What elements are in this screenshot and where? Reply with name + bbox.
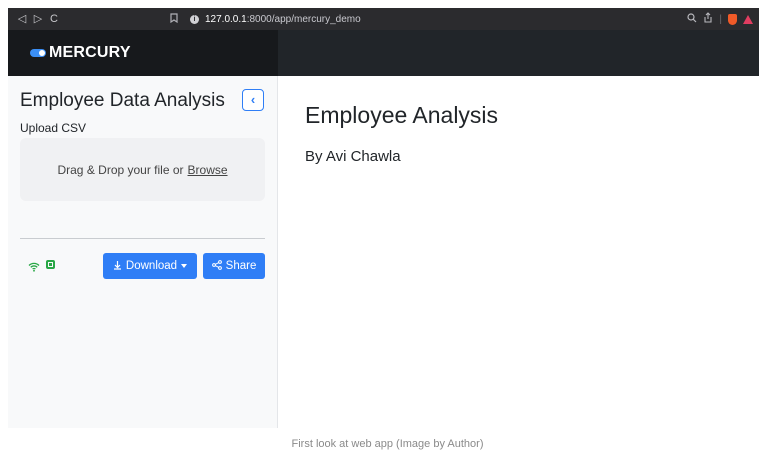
sidebar-divider: [20, 238, 265, 239]
chip-icon: [46, 259, 55, 269]
author-text: By Avi Chawla: [305, 148, 401, 165]
download-label: Download: [125, 260, 178, 272]
dropzone-text: Drag & Drop your file or: [57, 162, 184, 177]
browse-link[interactable]: Browse: [188, 163, 228, 177]
main-content: Employee Analysis By Avi Chawla: [278, 76, 759, 428]
wifi-icon: [28, 259, 40, 272]
bookmark-icon[interactable]: [170, 12, 184, 26]
toolbar-separator: |: [719, 13, 722, 25]
chevron-left-icon: ‹: [250, 92, 256, 107]
site-info-icon[interactable]: i: [190, 14, 199, 24]
back-icon[interactable]: ◁: [14, 8, 30, 30]
page-title: Employee Analysis: [305, 102, 499, 128]
brand-logo[interactable]: MERCURY: [8, 30, 278, 76]
share-label: Share: [225, 260, 257, 272]
toggle-logo-icon: [30, 49, 46, 57]
collapse-sidebar-button[interactable]: ‹: [242, 89, 264, 111]
rewards-icon[interactable]: [743, 14, 753, 24]
address-bar[interactable]: i 127.0.0.1:8000/app/mercury_demo: [190, 14, 361, 25]
sidebar-title: Employee Data Analysis: [20, 90, 225, 111]
brave-shield-icon[interactable]: [728, 13, 737, 25]
image-caption: First look at web app (Image by Author): [291, 438, 484, 450]
browser-toolbar: ◁ ▷ C i 127.0.0.1:8000/app/mercury_demo …: [8, 8, 759, 30]
download-button[interactable]: Download: [103, 253, 197, 279]
forward-icon[interactable]: ▷: [30, 8, 46, 30]
file-dropzone[interactable]: Drag & Drop your file or Browse: [20, 138, 265, 201]
reload-icon[interactable]: C: [46, 8, 62, 30]
status-indicators: [28, 259, 55, 272]
url-text: 127.0.0.1:8000/app/mercury_demo: [205, 13, 361, 25]
brand-name: MERCURY: [49, 44, 131, 61]
upload-csv-label: Upload CSV: [20, 121, 87, 135]
share-button[interactable]: Share: [203, 253, 265, 279]
share-nodes-icon: [211, 259, 222, 273]
download-icon: [113, 260, 122, 273]
caret-down-icon: [181, 264, 188, 268]
share-icon[interactable]: [703, 12, 713, 26]
zoom-icon[interactable]: [687, 12, 697, 26]
sidebar: Employee Data Analysis ‹ Upload CSV Drag…: [8, 76, 278, 428]
top-navbar: MERCURY: [8, 30, 759, 76]
mercury-app: MERCURY Employee Data Analysis ‹ Upload …: [8, 30, 759, 428]
